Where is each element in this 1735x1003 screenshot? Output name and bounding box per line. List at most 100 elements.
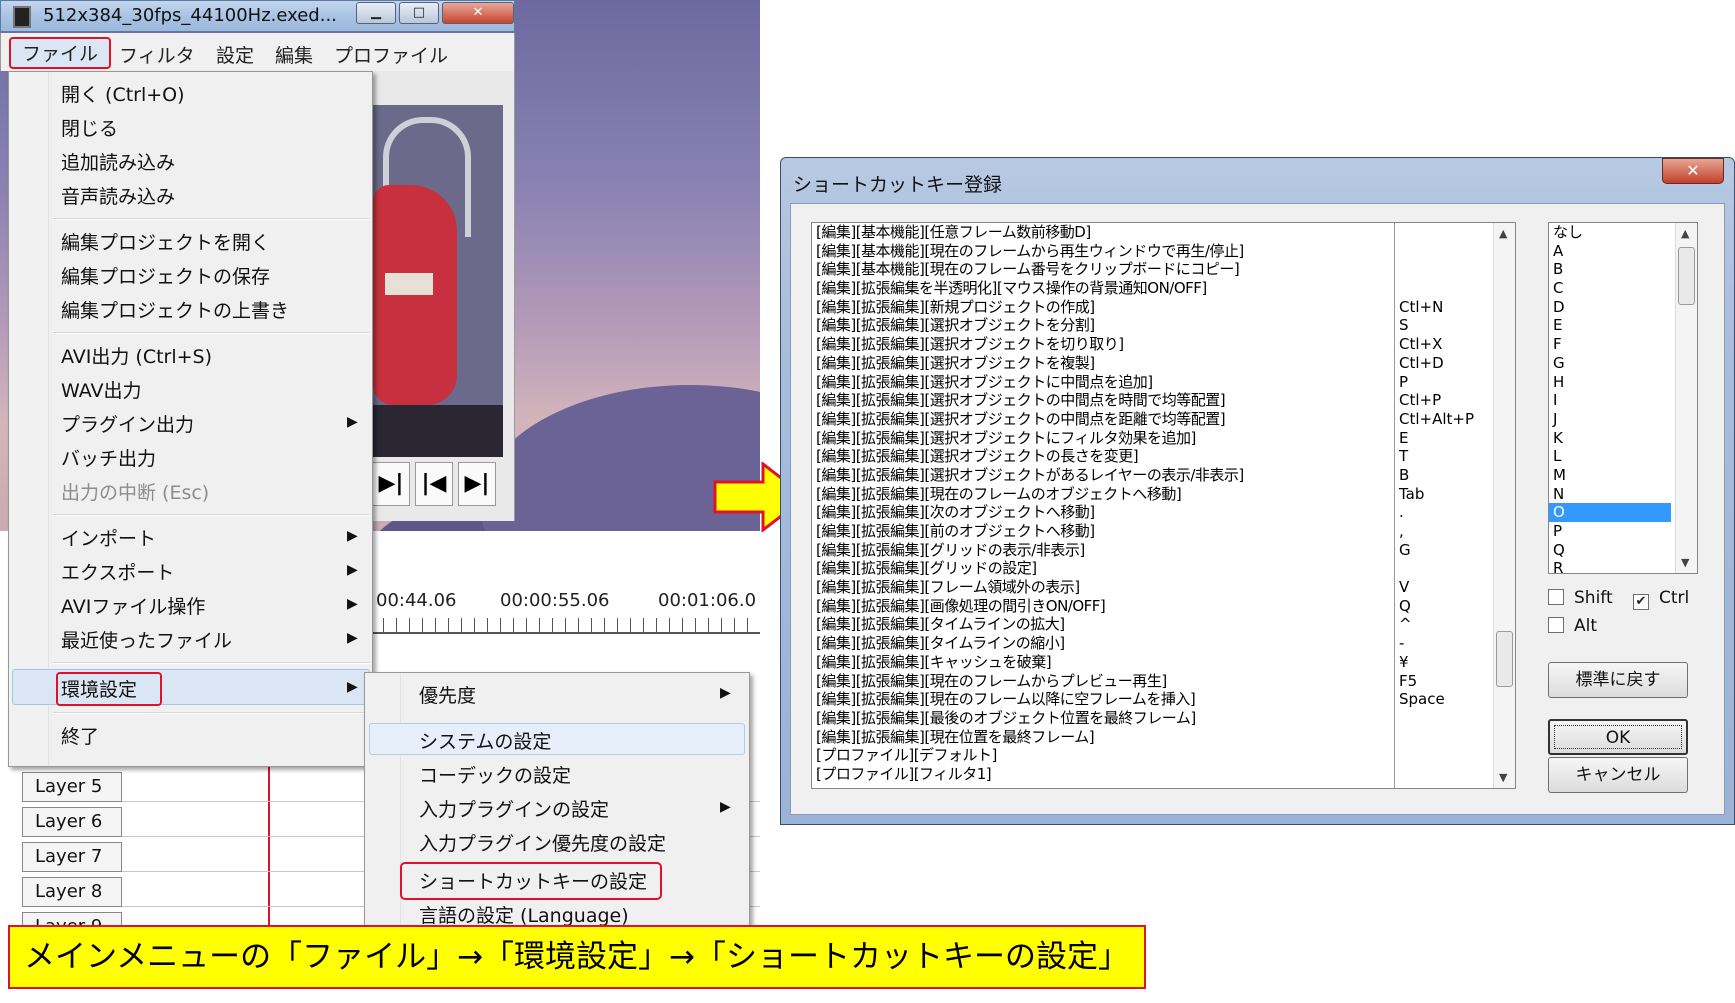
- command-list[interactable]: [編集][基本機能][任意フレーム数前移動D] [編集][基本機能][現在のフレー…: [811, 222, 1516, 789]
- key-option[interactable]: B: [1549, 260, 1671, 279]
- command-row[interactable]: [編集][拡張編集][選択オブジェクトを分割]: [816, 316, 1396, 335]
- menu-item-append[interactable]: 追加読み込み: [61, 148, 175, 175]
- prev-keyframe-button[interactable]: |◀: [415, 462, 453, 506]
- command-row[interactable]: [プロファイル][フィルタ1]: [816, 765, 1396, 784]
- command-row[interactable]: [編集][基本機能][現在のフレームから再生ウィンドウで再生/停止]: [816, 242, 1396, 261]
- key-option[interactable]: K: [1549, 429, 1671, 448]
- cancel-button[interactable]: キャンセル: [1548, 757, 1688, 793]
- ok-button[interactable]: OK: [1548, 719, 1688, 755]
- layer-label[interactable]: Layer 5: [22, 772, 122, 802]
- command-row[interactable]: [編集][基本機能][任意フレーム数前移動D]: [816, 223, 1396, 242]
- key-option[interactable]: J: [1549, 410, 1671, 429]
- command-row[interactable]: [編集][拡張編集][現在のフレーム以降に空フレームを挿入]: [816, 690, 1396, 709]
- next-keyframe-button[interactable]: ▶|: [458, 462, 496, 506]
- command-row[interactable]: [編集][拡張編集][現在のフレームからプレビュー再生]: [816, 672, 1396, 691]
- command-row[interactable]: [編集][拡張編集][次のオブジェクトへ移動]: [816, 503, 1396, 522]
- menu-filter[interactable]: フィルタ: [119, 41, 195, 68]
- menu-item-plugin-output[interactable]: プラグイン出力: [61, 410, 194, 437]
- key-option[interactable]: C: [1549, 279, 1671, 298]
- ctrl-checkbox[interactable]: ✔ Ctrl: [1633, 588, 1689, 610]
- scroll-thumb[interactable]: [1496, 631, 1513, 687]
- key-option[interactable]: M: [1549, 466, 1671, 485]
- menu-item-recent-files[interactable]: 最近使ったファイル: [61, 626, 232, 653]
- command-row[interactable]: [編集][拡張編集][選択オブジェクトの中間点を距離で均等配置]: [816, 410, 1396, 429]
- menu-item-avi-output[interactable]: AVI出力 (Ctrl+S): [61, 342, 212, 369]
- key-option[interactable]: I: [1549, 391, 1671, 410]
- menu-item-batch-output[interactable]: バッチ出力: [61, 444, 156, 471]
- menu-item-import[interactable]: インポート: [61, 524, 156, 551]
- key-option[interactable]: H: [1549, 373, 1671, 392]
- scroll-up-icon[interactable]: ▲: [1499, 227, 1507, 240]
- submenu-item-codec-settings[interactable]: コーデックの設定: [419, 761, 571, 788]
- menu-file[interactable]: ファイル: [9, 37, 111, 69]
- command-row[interactable]: [編集][拡張編集][選択オブジェクトの長さを変更]: [816, 447, 1396, 466]
- menu-item-save-project[interactable]: 編集プロジェクトの保存: [61, 262, 270, 289]
- command-row[interactable]: [編集][拡張編集][選択オブジェクトの中間点を時間で均等配置]: [816, 391, 1396, 410]
- menu-settings[interactable]: 設定: [216, 41, 254, 68]
- key-list-scrollbar[interactable]: ▲ ▼: [1675, 223, 1697, 573]
- key-option[interactable]: Q: [1549, 541, 1671, 560]
- command-row[interactable]: [編集][拡張編集][画像処理の間引きON/OFF]: [816, 597, 1396, 616]
- minimize-button[interactable]: ▁: [356, 2, 396, 24]
- command-row[interactable]: [編集][拡張編集][現在のフレームのオブジェクトへ移動]: [816, 485, 1396, 504]
- key-option[interactable]: なし: [1549, 223, 1671, 242]
- command-row[interactable]: [編集][拡張編集][選択オブジェクトがあるレイヤーの表示/非表示]: [816, 466, 1396, 485]
- scroll-down-icon[interactable]: ▼: [1499, 771, 1507, 784]
- command-row[interactable]: [編集][拡張編集][グリッドの表示/非表示]: [816, 541, 1396, 560]
- dialog-close-button[interactable]: ✕: [1662, 158, 1724, 184]
- command-row[interactable]: [編集][拡張編集][フレーム領域外の表示]: [816, 578, 1396, 597]
- key-option[interactable]: D: [1549, 298, 1671, 317]
- command-list-scrollbar[interactable]: ▲ ▼: [1493, 223, 1515, 788]
- command-row[interactable]: [編集][拡張編集][現在位置を最終フレーム]: [816, 728, 1396, 747]
- maximize-button[interactable]: □: [399, 2, 439, 24]
- menu-item-overwrite-project[interactable]: 編集プロジェクトの上書き: [61, 296, 289, 323]
- timeline-ruler[interactable]: [370, 618, 760, 632]
- submenu-item-priority[interactable]: 優先度: [419, 681, 476, 708]
- checkbox-box[interactable]: [1548, 617, 1564, 633]
- key-list[interactable]: なし A B C D E F G H I J K L M N O P Q R ▲ ▼: [1548, 222, 1698, 574]
- checkmark-icon[interactable]: ✔: [1633, 594, 1649, 610]
- command-row[interactable]: [編集][拡張編集][タイムラインの拡大]: [816, 615, 1396, 634]
- command-row[interactable]: [編集][拡張編集][タイムラインの縮小]: [816, 634, 1396, 653]
- key-option[interactable]: E: [1549, 316, 1671, 335]
- command-row[interactable]: [プロファイル][デフォルト]: [816, 746, 1396, 765]
- command-row[interactable]: [編集][基本機能][現在のフレーム番号をクリップボードにコピー]: [816, 260, 1396, 279]
- submenu-item-input-plugin-priority[interactable]: 入力プラグイン優先度の設定: [419, 829, 666, 856]
- layer-label[interactable]: Layer 7: [22, 842, 122, 872]
- command-row[interactable]: [編集][拡張編集][選択オブジェクトを切り取り]: [816, 335, 1396, 354]
- menu-item-wav-output[interactable]: WAV出力: [61, 376, 142, 403]
- submenu-item-input-plugin-settings[interactable]: 入力プラグインの設定: [419, 795, 609, 822]
- key-option[interactable]: R: [1549, 559, 1671, 573]
- close-button[interactable]: ✕: [442, 2, 514, 24]
- command-row[interactable]: [編集][拡張編集][選択オブジェクトにフィルタ効果を追加]: [816, 429, 1396, 448]
- menu-item-export[interactable]: エクスポート: [61, 558, 174, 585]
- command-row[interactable]: [編集][拡張編集][最後のオブジェクト位置を最終フレーム]: [816, 709, 1396, 728]
- scroll-down-icon[interactable]: ▼: [1681, 556, 1689, 569]
- command-row[interactable]: [編集][拡張編集][選択オブジェクトに中間点を追加]: [816, 373, 1396, 392]
- command-row[interactable]: [編集][拡張編集][新規プロジェクトの作成]: [816, 298, 1396, 317]
- scroll-up-icon[interactable]: ▲: [1681, 227, 1689, 240]
- layer-label[interactable]: Layer 6: [22, 807, 122, 837]
- reset-default-button[interactable]: 標準に戻す: [1548, 662, 1688, 698]
- shift-checkbox[interactable]: Shift: [1548, 588, 1613, 608]
- key-option[interactable]: A: [1549, 242, 1671, 261]
- scroll-thumb[interactable]: [1678, 247, 1695, 305]
- submenu-item-system-settings[interactable]: システムの設定: [419, 727, 551, 754]
- play-button[interactable]: ▶|: [372, 462, 410, 506]
- key-option[interactable]: P: [1549, 522, 1671, 541]
- command-row[interactable]: [編集][拡張編集を半透明化][マウス操作の背景通知ON/OFF]: [816, 279, 1396, 298]
- menu-profile[interactable]: プロファイル: [334, 41, 448, 68]
- key-option[interactable]: F: [1549, 335, 1671, 354]
- key-option[interactable]: O: [1549, 503, 1671, 522]
- command-row[interactable]: [編集][拡張編集][前のオブジェクトへ移動]: [816, 522, 1396, 541]
- menu-edit[interactable]: 編集: [275, 41, 313, 68]
- menu-item-exit[interactable]: 終了: [61, 722, 99, 749]
- key-option[interactable]: N: [1549, 485, 1671, 504]
- key-option[interactable]: L: [1549, 447, 1671, 466]
- menu-item-open[interactable]: 開く (Ctrl+O): [61, 80, 185, 107]
- command-row[interactable]: [編集][拡張編集][キャッシュを破棄]: [816, 653, 1396, 672]
- command-row[interactable]: [編集][拡張編集][選択オブジェクトを複製]: [816, 354, 1396, 373]
- layer-label[interactable]: Layer 8: [22, 877, 122, 907]
- menu-item-open-project[interactable]: 編集プロジェクトを開く: [61, 228, 270, 255]
- menu-item-close[interactable]: 閉じる: [61, 114, 118, 141]
